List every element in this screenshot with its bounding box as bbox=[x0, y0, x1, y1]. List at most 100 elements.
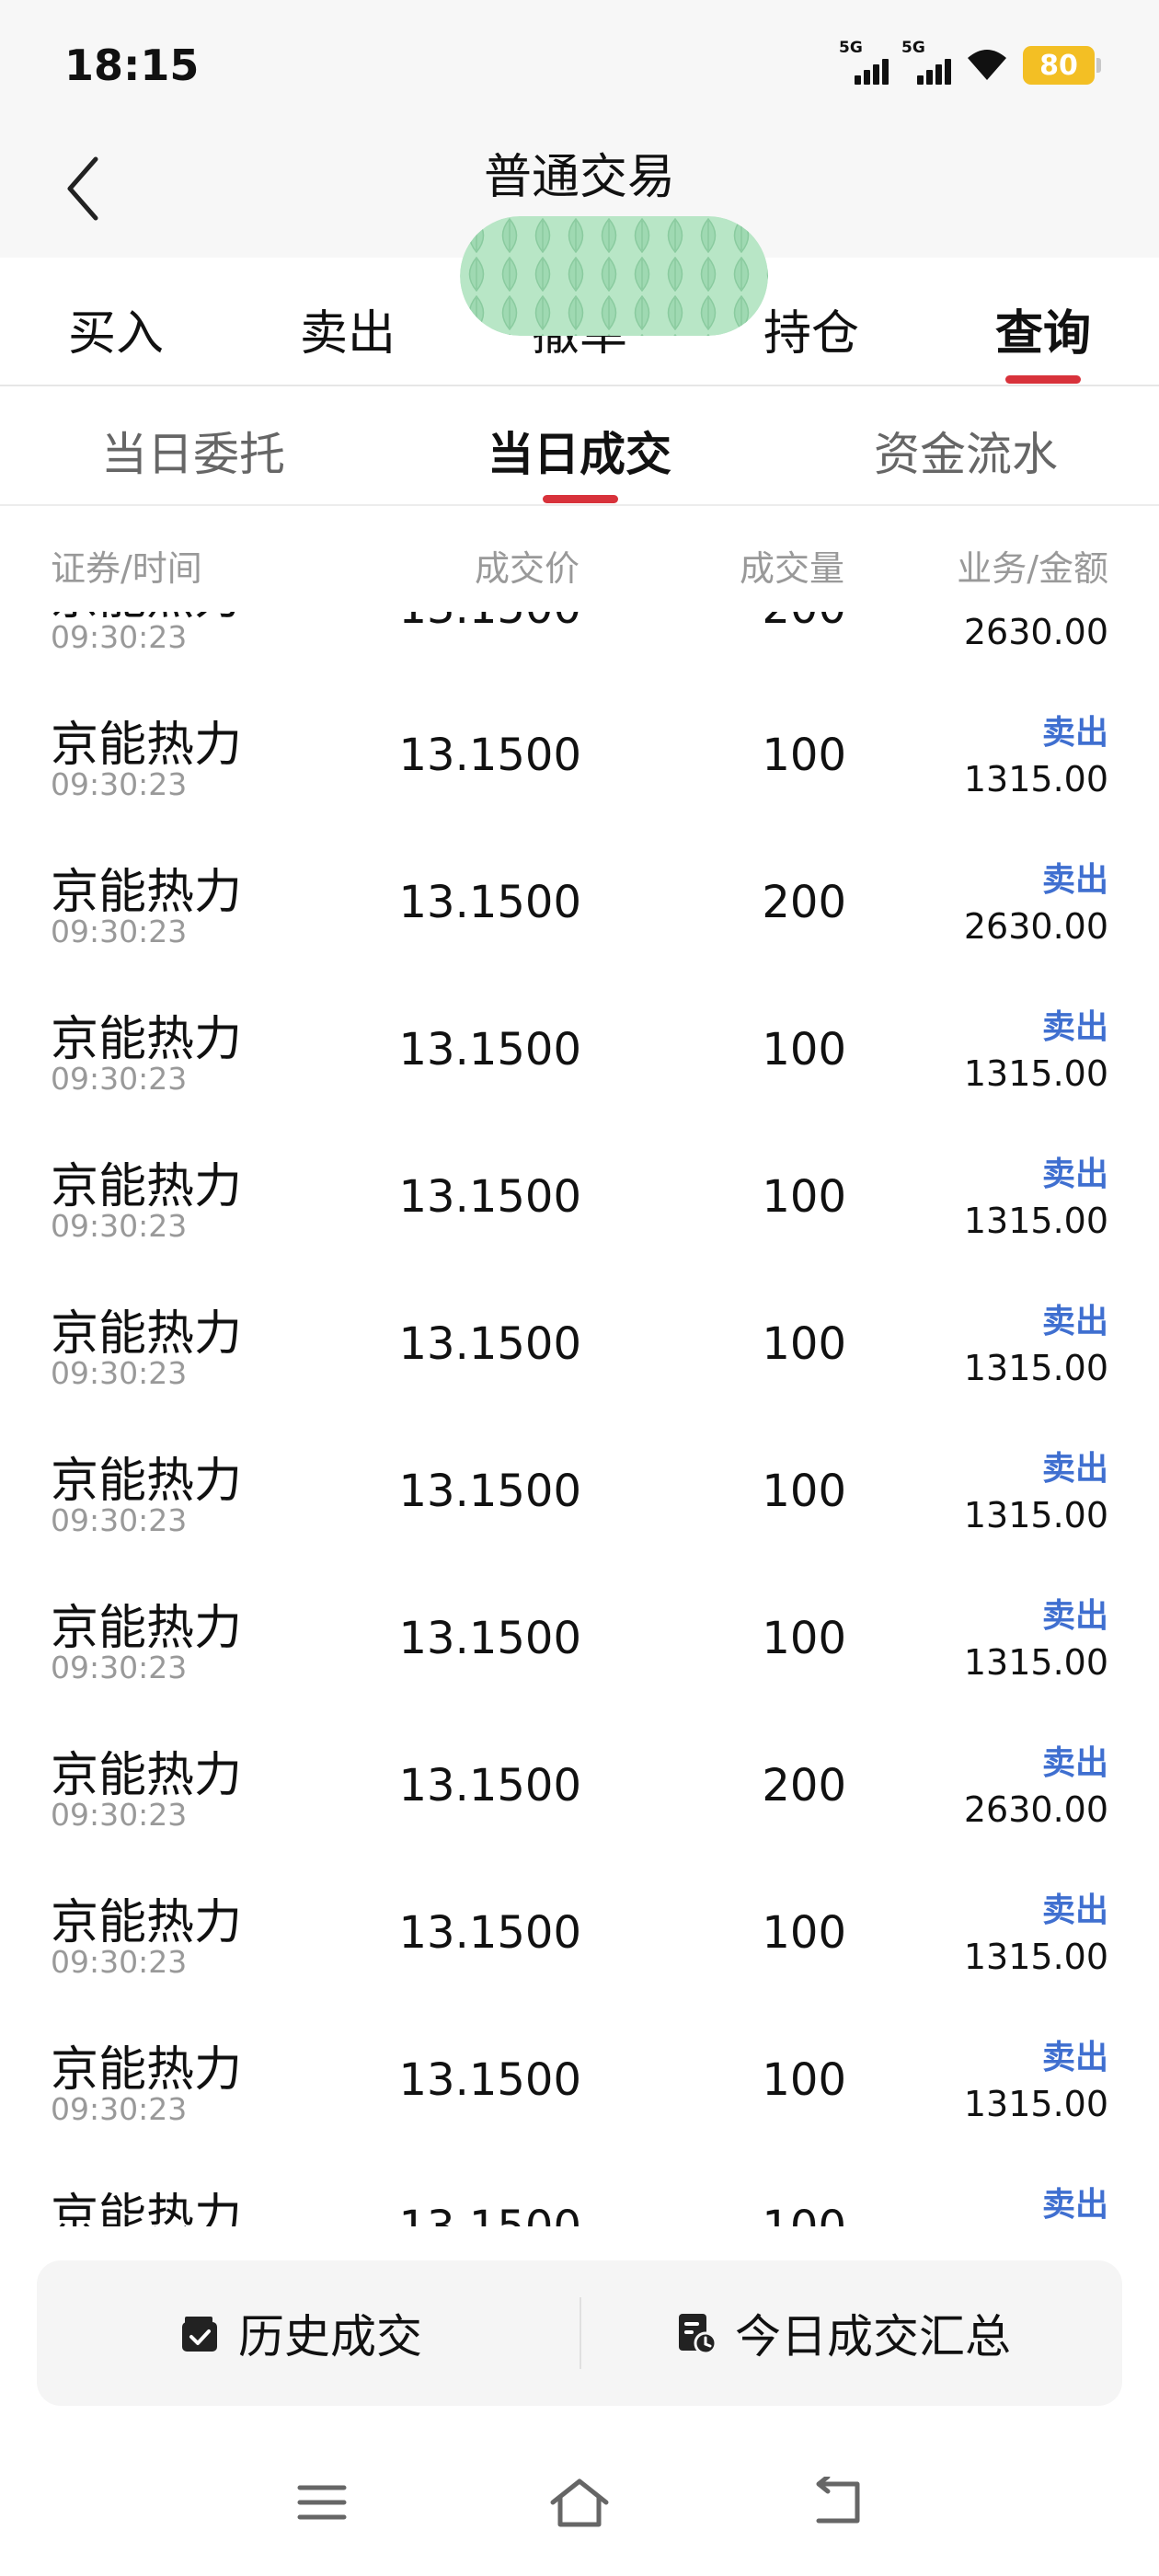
history-trades-button[interactable]: 历史成交 bbox=[179, 2260, 422, 2406]
system-back-button[interactable] bbox=[805, 2470, 869, 2535]
business-type: 卖出 bbox=[1041, 1450, 1108, 1488]
trade-time: 09:30:23 bbox=[51, 1650, 188, 1685]
trade-time: 09:30:23 bbox=[51, 1502, 188, 1538]
table-row[interactable]: 京能热力 09:30:23 13.1500 100 卖出 1315.00 bbox=[0, 1856, 1159, 2003]
trade-time: 09:30:23 bbox=[51, 1061, 188, 1097]
trade-price: 13.1500 bbox=[398, 1907, 582, 1959]
trade-amount: 2630.00 bbox=[963, 1789, 1108, 1830]
trade-price: 13.1500 bbox=[398, 1318, 582, 1370]
table-row[interactable]: 京能热力 09:30:23 13.1500 100 卖出 1315.00 bbox=[0, 678, 1159, 825]
security-name: 京能热力 bbox=[51, 1306, 243, 1362]
home-button[interactable] bbox=[547, 2470, 612, 2535]
trade-volume: 100 bbox=[762, 1907, 846, 1959]
trade-amount: 1315.00 bbox=[963, 1053, 1108, 1094]
action-divider bbox=[580, 2297, 581, 2369]
menu-button[interactable] bbox=[290, 2470, 354, 2535]
trade-time: 09:30:23 bbox=[51, 619, 188, 655]
trade-amount: 1315.00 bbox=[963, 1937, 1108, 1977]
column-header: 证券/时间 成交价 成交量 业务/金额 bbox=[0, 511, 1159, 612]
table-row[interactable]: 京能热力 09:30:23 13.1500 100 卖出 1315.00 bbox=[0, 1414, 1159, 1561]
table-row[interactable]: 京能热力 09:30:23 13.1500 200 卖出 2630.00 bbox=[0, 1708, 1159, 1856]
table-row[interactable]: 京能热力 09:30:23 13.1500 200 卖出 2630.00 bbox=[0, 612, 1159, 678]
column-price: 成交价 bbox=[474, 548, 580, 589]
trade-volume: 100 bbox=[762, 1024, 846, 1075]
trade-volume: 200 bbox=[762, 612, 846, 634]
trade-volume: 100 bbox=[762, 2202, 846, 2226]
security-name: 京能热力 bbox=[51, 865, 243, 920]
table-row[interactable]: 京能热力 09:30:23 13.1500 100 卖出 1315.00 bbox=[0, 1267, 1159, 1414]
today-summary-button[interactable]: 今日成交汇总 bbox=[676, 2260, 1011, 2406]
network-type-label: 5G bbox=[839, 39, 863, 57]
menu-icon bbox=[297, 2485, 347, 2520]
trade-time: 09:30:23 bbox=[51, 1355, 188, 1391]
trade-volume: 200 bbox=[762, 877, 846, 928]
trade-amount: 1315.00 bbox=[963, 1201, 1108, 1241]
trade-volume: 100 bbox=[762, 730, 846, 781]
business-type: 卖出 bbox=[1041, 1008, 1108, 1046]
security-name: 京能热力 bbox=[51, 2042, 243, 2098]
trade-price: 13.1500 bbox=[398, 1466, 582, 1517]
trade-list[interactable]: 京能热力 09:30:23 13.1500 200 卖出 2630.00 京能热… bbox=[0, 612, 1159, 2226]
trade-volume: 100 bbox=[762, 1171, 846, 1223]
trade-price: 13.1500 bbox=[398, 1171, 582, 1223]
column-volume: 成交量 bbox=[739, 548, 844, 589]
trade-price: 13.1500 bbox=[398, 1760, 582, 1811]
status-bar: 18:15 5G 5G 80 bbox=[0, 0, 1159, 120]
trade-price: 13.1500 bbox=[398, 730, 582, 781]
document-clock-icon bbox=[679, 2314, 717, 2355]
business-type: 卖出 bbox=[1041, 1892, 1108, 1929]
security-name: 京能热力 bbox=[51, 1159, 243, 1214]
trade-volume: 100 bbox=[762, 1318, 846, 1370]
table-row[interactable]: 京能热力 09:30:23 13.1500 100 卖出 1315.00 bbox=[0, 972, 1159, 1120]
security-name: 京能热力 bbox=[51, 718, 243, 773]
tab-query[interactable]: 查询 bbox=[960, 294, 1126, 363]
business-type: 卖出 bbox=[1041, 1303, 1108, 1340]
status-icons: 5G 5G 80 bbox=[839, 39, 1101, 88]
action-bar: 历史成交 今日成交汇总 bbox=[37, 2260, 1122, 2406]
tab-buy[interactable]: 买入 bbox=[33, 294, 199, 363]
trade-amount: 1315.00 bbox=[963, 2084, 1108, 2124]
privacy-mask bbox=[460, 216, 768, 336]
trade-price: 13.1500 bbox=[398, 877, 582, 928]
sub-tabs: 当日委托 当日成交 资金流水 bbox=[0, 386, 1159, 506]
table-row[interactable]: 京能热力 09:30:23 13.1500 100 卖出 1315.00 bbox=[0, 2150, 1159, 2226]
business-type: 卖出 bbox=[1041, 1597, 1108, 1635]
trade-price: 13.1500 bbox=[399, 2202, 582, 2226]
table-row[interactable]: 京能热力 09:30:23 13.1500 100 卖出 1315.00 bbox=[0, 1561, 1159, 1708]
business-type: 卖出 bbox=[1041, 2186, 1108, 2224]
trade-price: 13.1500 bbox=[398, 2054, 582, 2106]
trade-amount: 1315.00 bbox=[963, 759, 1108, 799]
business-type: 卖出 bbox=[1041, 1156, 1108, 1193]
table-row[interactable]: 京能热力 09:30:23 13.1500 100 卖出 1315.00 bbox=[0, 2003, 1159, 2150]
subtab-fund-flow[interactable]: 资金流水 bbox=[828, 418, 1104, 484]
subtab-today-orders[interactable]: 当日委托 bbox=[55, 418, 331, 484]
trade-time: 09:30:23 bbox=[51, 1944, 188, 1980]
wifi-icon bbox=[968, 50, 1006, 80]
battery-icon: 80 bbox=[1023, 46, 1101, 85]
business-type: 卖出 bbox=[1041, 1744, 1108, 1782]
wallet-check-icon bbox=[182, 2317, 217, 2352]
subtab-today-trades[interactable]: 当日成交 bbox=[442, 418, 717, 484]
table-row[interactable]: 京能热力 09:30:23 13.1500 200 卖出 2630.00 bbox=[0, 825, 1159, 972]
page-title: 普通交易 bbox=[483, 150, 675, 205]
trade-volume: 200 bbox=[762, 1760, 846, 1811]
table-row[interactable]: 京能热力 09:30:23 13.1500 100 卖出 1315.00 bbox=[0, 1120, 1159, 1267]
active-subtab-indicator bbox=[543, 495, 618, 503]
tab-sell[interactable]: 卖出 bbox=[265, 294, 430, 363]
trade-time: 09:30:23 bbox=[51, 766, 188, 802]
active-tab-indicator bbox=[1005, 375, 1081, 384]
title-bar: 普通交易 bbox=[0, 120, 1159, 336]
security-name: 京能热力 bbox=[51, 1748, 243, 1803]
back-arrow-icon bbox=[816, 2477, 860, 2524]
security-name: 京能热力 bbox=[51, 1454, 243, 1509]
home-icon bbox=[550, 2478, 609, 2527]
trade-price: 13.1500 bbox=[399, 612, 582, 634]
security-name: 京能热力 bbox=[51, 1601, 243, 1656]
system-nav-bar bbox=[0, 2429, 1159, 2576]
trade-volume: 100 bbox=[762, 2054, 846, 2106]
network-type-label: 5G bbox=[901, 39, 925, 57]
trade-price: 13.1500 bbox=[398, 1024, 582, 1075]
trade-time: 09:30:23 bbox=[51, 914, 188, 949]
history-trades-label: 历史成交 bbox=[238, 2310, 422, 2363]
status-time: 18:15 bbox=[64, 40, 200, 90]
